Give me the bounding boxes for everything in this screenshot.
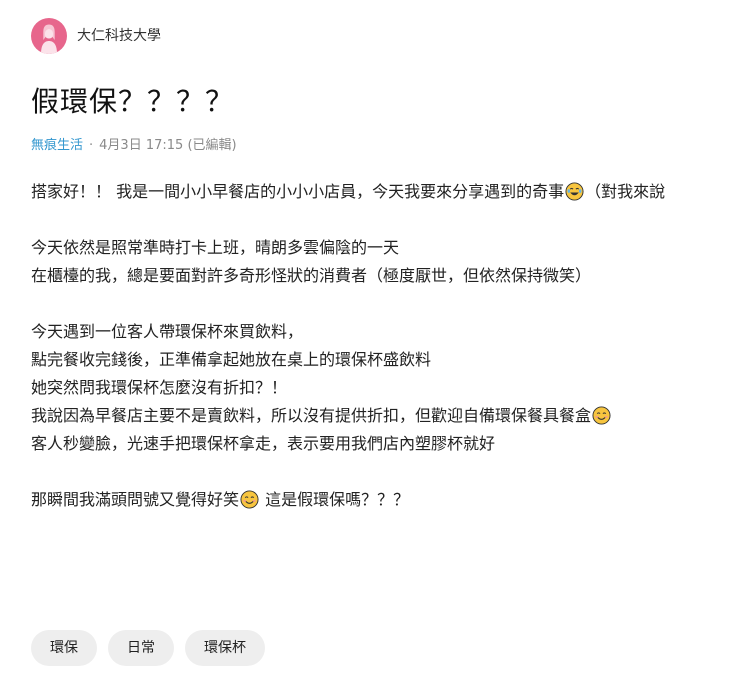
post-title: 假環保？？？？ xyxy=(31,85,235,118)
tag-list: 環保 日常 環保杯 xyxy=(31,630,265,666)
body-text: 這是假環保嗎？？？ xyxy=(260,490,410,509)
forum-link[interactable]: 無痕生活 xyxy=(31,138,83,153)
school-name[interactable]: 大仁科技大學 xyxy=(77,18,161,54)
edited-label: (已編輯) xyxy=(187,138,237,153)
body-line: 她突然問我環保杯怎麼沒有折扣？！ xyxy=(31,378,288,397)
body-paragraph: 搭家好！！ 我是一間小小早餐店的小小小店員，今天我要來分享遇到的奇事 （對我來說 xyxy=(31,178,711,206)
post-date: 4月3日 17:15 xyxy=(99,138,184,153)
body-line: 我說因為早餐店主要不是賣飲料，所以沒有提供折扣，但歡迎自備環保餐具餐盒 xyxy=(31,402,711,430)
tag-huanbaobei[interactable]: 環保杯 xyxy=(185,630,265,666)
body-line: 搭家好！！ 我是一間小小早餐店的小小小店員，今天我要來分享遇到的奇事 （對我來說 xyxy=(31,178,711,206)
body-line: 今天依然是照常準時打卡上班，晴朗多雲偏陰的一天 xyxy=(31,238,400,257)
body-line: 那瞬間我滿頭問號又覺得好笑 這是假環保嗎？？？ xyxy=(31,486,711,514)
post-meta: 無痕生活 · 4月3日 17:15 (已編輯) xyxy=(31,136,237,156)
body-text: （對我來說 xyxy=(585,182,666,201)
body-text: 那瞬間我滿頭問號又覺得好笑 xyxy=(31,490,240,509)
body-text: 搭家好！！ 我是一間小小早餐店的小小小店員，今天我要來分享遇到的奇事 xyxy=(31,182,565,201)
author-row: 大仁科技大學 xyxy=(31,18,161,54)
body-paragraph: 今天依然是照常準時打卡上班，晴朗多雲偏陰的一天 在櫃檯的我，總是要面對許多奇形怪… xyxy=(31,234,711,290)
body-line: 今天遇到一位客人帶環保杯來買飲料， xyxy=(31,322,304,341)
tag-huanbao[interactable]: 環保 xyxy=(31,630,97,666)
tag-richang[interactable]: 日常 xyxy=(108,630,174,666)
female-avatar-icon[interactable] xyxy=(31,18,67,54)
body-paragraph: 那瞬間我滿頭問號又覺得好笑 這是假環保嗎？？？ xyxy=(31,486,711,514)
meta-separator: · xyxy=(89,138,94,153)
body-text: 我說因為早餐店主要不是賣飲料，所以沒有提供折扣，但歡迎自備環保餐具餐盒 xyxy=(31,406,592,425)
smiling-face-emoji-icon xyxy=(592,406,611,425)
laughing-tears-emoji-icon xyxy=(565,182,584,201)
post-body: 搭家好！！ 我是一間小小早餐店的小小小店員，今天我要來分享遇到的奇事 （對我來說… xyxy=(31,178,711,542)
body-line: 在櫃檯的我，總是要面對許多奇形怪狀的消費者（極度厭世，但依然保持微笑） xyxy=(31,266,592,285)
body-paragraph: 今天遇到一位客人帶環保杯來買飲料， 點完餐收完錢後，正準備拿起她放在桌上的環保杯… xyxy=(31,318,711,458)
smiling-face-emoji-icon xyxy=(240,490,259,509)
body-line: 點完餐收完錢後，正準備拿起她放在桌上的環保杯盛飲料 xyxy=(31,350,432,369)
body-line: 客人秒變臉，光速手把環保杯拿走，表示要用我們店內塑膠杯就好 xyxy=(31,434,496,453)
